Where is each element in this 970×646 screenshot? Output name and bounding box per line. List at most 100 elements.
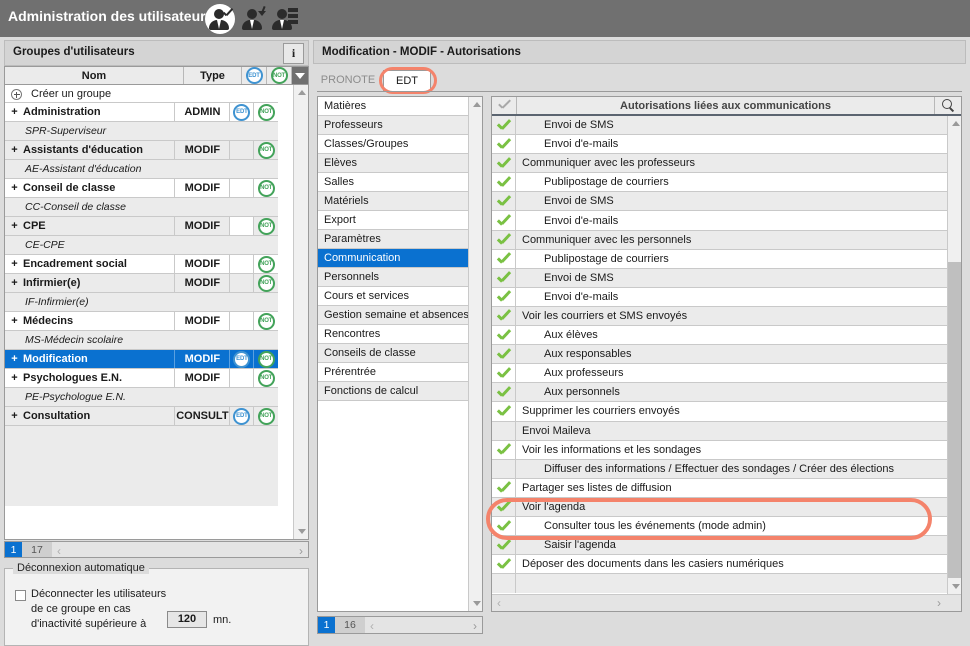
- group-edt-cell[interactable]: EDT: [230, 103, 255, 121]
- group-not-cell[interactable]: NOT: [254, 350, 278, 368]
- permissions-hscrollbar[interactable]: ‹ ›: [492, 594, 961, 611]
- permission-row[interactable]: Envoi Maileva: [492, 421, 947, 441]
- create-group-row[interactable]: Créer un groupe: [5, 85, 278, 103]
- expand-icon[interactable]: +: [9, 182, 20, 194]
- category-item[interactable]: Classes/Groupes: [318, 135, 469, 154]
- search-icon[interactable]: [934, 97, 961, 114]
- category-scroll-up-icon[interactable]: [469, 97, 482, 112]
- category-item[interactable]: Prérentrée: [318, 363, 469, 382]
- category-item[interactable]: Rencontres: [318, 325, 469, 344]
- table-row[interactable]: + Médecins MODIF NOT: [5, 312, 278, 331]
- permission-row[interactable]: Consulter tous les événements (mode admi…: [492, 516, 947, 537]
- pager-prev-icon[interactable]: ‹: [57, 544, 61, 558]
- group-edt-cell[interactable]: [230, 179, 255, 197]
- user-list-icon[interactable]: [268, 4, 298, 34]
- group-not-cell[interactable]: NOT: [254, 312, 278, 330]
- category-item[interactable]: Paramètres: [318, 230, 469, 249]
- permissions-hscroll-next-icon[interactable]: ›: [937, 596, 941, 610]
- permission-checkbox[interactable]: [492, 116, 516, 135]
- category-item[interactable]: Matériels: [318, 192, 469, 211]
- category-scrollbar[interactable]: [468, 97, 482, 611]
- permission-row[interactable]: Diffuser des informations / Effectuer de…: [492, 459, 947, 479]
- category-item[interactable]: Salles: [318, 173, 469, 192]
- permission-row[interactable]: Aux responsables: [492, 345, 947, 365]
- table-row[interactable]: + Encadrement social MODIF NOT: [5, 255, 278, 274]
- table-row[interactable]: + Consultation CONSULT EDT NOT: [5, 407, 278, 426]
- permission-row[interactable]: Envoi de SMS: [492, 192, 947, 212]
- permission-checkbox[interactable]: [492, 326, 516, 345]
- group-not-cell[interactable]: NOT: [254, 274, 278, 292]
- table-row[interactable]: + CPE MODIF NOT: [5, 217, 278, 236]
- permission-checkbox[interactable]: [492, 478, 516, 497]
- scroll-up-icon[interactable]: [294, 85, 308, 100]
- permission-row[interactable]: Voir les informations et les sondages: [492, 440, 947, 460]
- permission-checkbox[interactable]: [492, 421, 516, 440]
- permission-checkbox[interactable]: [492, 516, 516, 536]
- permission-row[interactable]: Publipostage de courriers: [492, 249, 947, 269]
- permission-row[interactable]: Envoi de SMS: [492, 268, 947, 288]
- permission-checkbox[interactable]: [492, 459, 516, 478]
- group-edt-cell[interactable]: EDT: [230, 350, 255, 368]
- expand-icon[interactable]: +: [9, 410, 20, 422]
- permission-row[interactable]: Publipostage de courriers: [492, 173, 947, 193]
- permission-checkbox[interactable]: [492, 536, 516, 555]
- category-item[interactable]: Gestion semaine et absences: [318, 306, 469, 325]
- table-row[interactable]: + Administration ADMIN EDT NOT: [5, 103, 278, 122]
- table-row[interactable]: + Assistants d'éducation MODIF NOT: [5, 141, 278, 160]
- expand-icon[interactable]: +: [9, 315, 20, 327]
- permission-row[interactable]: Communiquer avec les personnels: [492, 230, 947, 250]
- category-item[interactable]: Personnels: [318, 268, 469, 287]
- group-edt-cell[interactable]: [230, 217, 255, 235]
- permission-row[interactable]: Déposer des documents dans les casiers n…: [492, 555, 947, 575]
- auto-disconnect-minutes-input[interactable]: 120: [167, 611, 207, 628]
- permission-checkbox[interactable]: [492, 383, 516, 402]
- permissions-scroll-thumb[interactable]: [948, 262, 961, 578]
- permission-checkbox[interactable]: [492, 306, 516, 326]
- group-subrole[interactable]: SPR-Superviseur: [5, 122, 278, 141]
- category-item[interactable]: Elèves: [318, 154, 469, 173]
- permission-checkbox[interactable]: [492, 268, 516, 287]
- column-options-dropdown[interactable]: [292, 67, 308, 84]
- group-subrole[interactable]: CE-CPE: [5, 236, 278, 255]
- permission-checkbox[interactable]: [492, 440, 516, 459]
- permission-checkbox[interactable]: [492, 402, 516, 421]
- permission-row[interactable]: Voir les courriers et SMS envoyés: [492, 306, 947, 327]
- expand-icon[interactable]: +: [9, 144, 20, 156]
- groups-page-total[interactable]: 17: [22, 542, 52, 557]
- permission-row[interactable]: Supprimer les courriers envoyés: [492, 402, 947, 422]
- expand-icon[interactable]: +: [9, 372, 20, 384]
- category-scroll-down-icon[interactable]: [469, 596, 482, 611]
- user-arrow-icon[interactable]: [238, 4, 268, 34]
- table-row[interactable]: + Modification MODIF EDT NOT: [5, 350, 278, 369]
- group-not-cell[interactable]: NOT: [254, 103, 278, 121]
- select-all-checkbox[interactable]: [492, 97, 517, 114]
- groups-page-number[interactable]: 1: [5, 542, 22, 557]
- permission-row[interactable]: Communiquer avec les professeurs: [492, 154, 947, 174]
- permission-checkbox[interactable]: [492, 230, 516, 249]
- group-not-cell[interactable]: NOT: [254, 141, 278, 159]
- category-item[interactable]: Matières: [318, 97, 469, 116]
- permission-checkbox[interactable]: [492, 135, 516, 154]
- permission-row[interactable]: Saisir l'agenda: [492, 536, 947, 556]
- permission-row[interactable]: Voir l'agenda: [492, 497, 947, 517]
- auto-disconnect-checkbox[interactable]: [15, 590, 26, 601]
- permission-checkbox[interactable]: [492, 364, 516, 383]
- expand-icon[interactable]: +: [9, 106, 20, 118]
- permission-row[interactable]: Aux professeurs: [492, 364, 947, 384]
- group-subrole[interactable]: PE-Psychologue E.N.: [5, 388, 278, 407]
- expand-icon[interactable]: +: [9, 353, 20, 365]
- table-row[interactable]: + Infirmier(e) MODIF NOT: [5, 274, 278, 293]
- column-header-nom[interactable]: Nom: [5, 67, 184, 84]
- permission-checkbox[interactable]: [492, 555, 516, 574]
- category-page-number[interactable]: 1: [318, 617, 335, 633]
- permission-checkbox[interactable]: [492, 154, 516, 173]
- group-edt-cell[interactable]: EDT: [230, 407, 255, 425]
- group-subrole[interactable]: AE-Assistant d'éducation: [5, 160, 278, 179]
- permission-row[interactable]: Aux élèves: [492, 326, 947, 346]
- permission-row[interactable]: Envoi d'e-mails: [492, 135, 947, 155]
- group-edt-cell[interactable]: [230, 141, 255, 159]
- expand-icon[interactable]: +: [9, 220, 20, 232]
- permission-checkbox[interactable]: [492, 249, 516, 268]
- permission-row[interactable]: Envoi d'e-mails: [492, 211, 947, 231]
- category-item[interactable]: Professeurs: [318, 116, 469, 135]
